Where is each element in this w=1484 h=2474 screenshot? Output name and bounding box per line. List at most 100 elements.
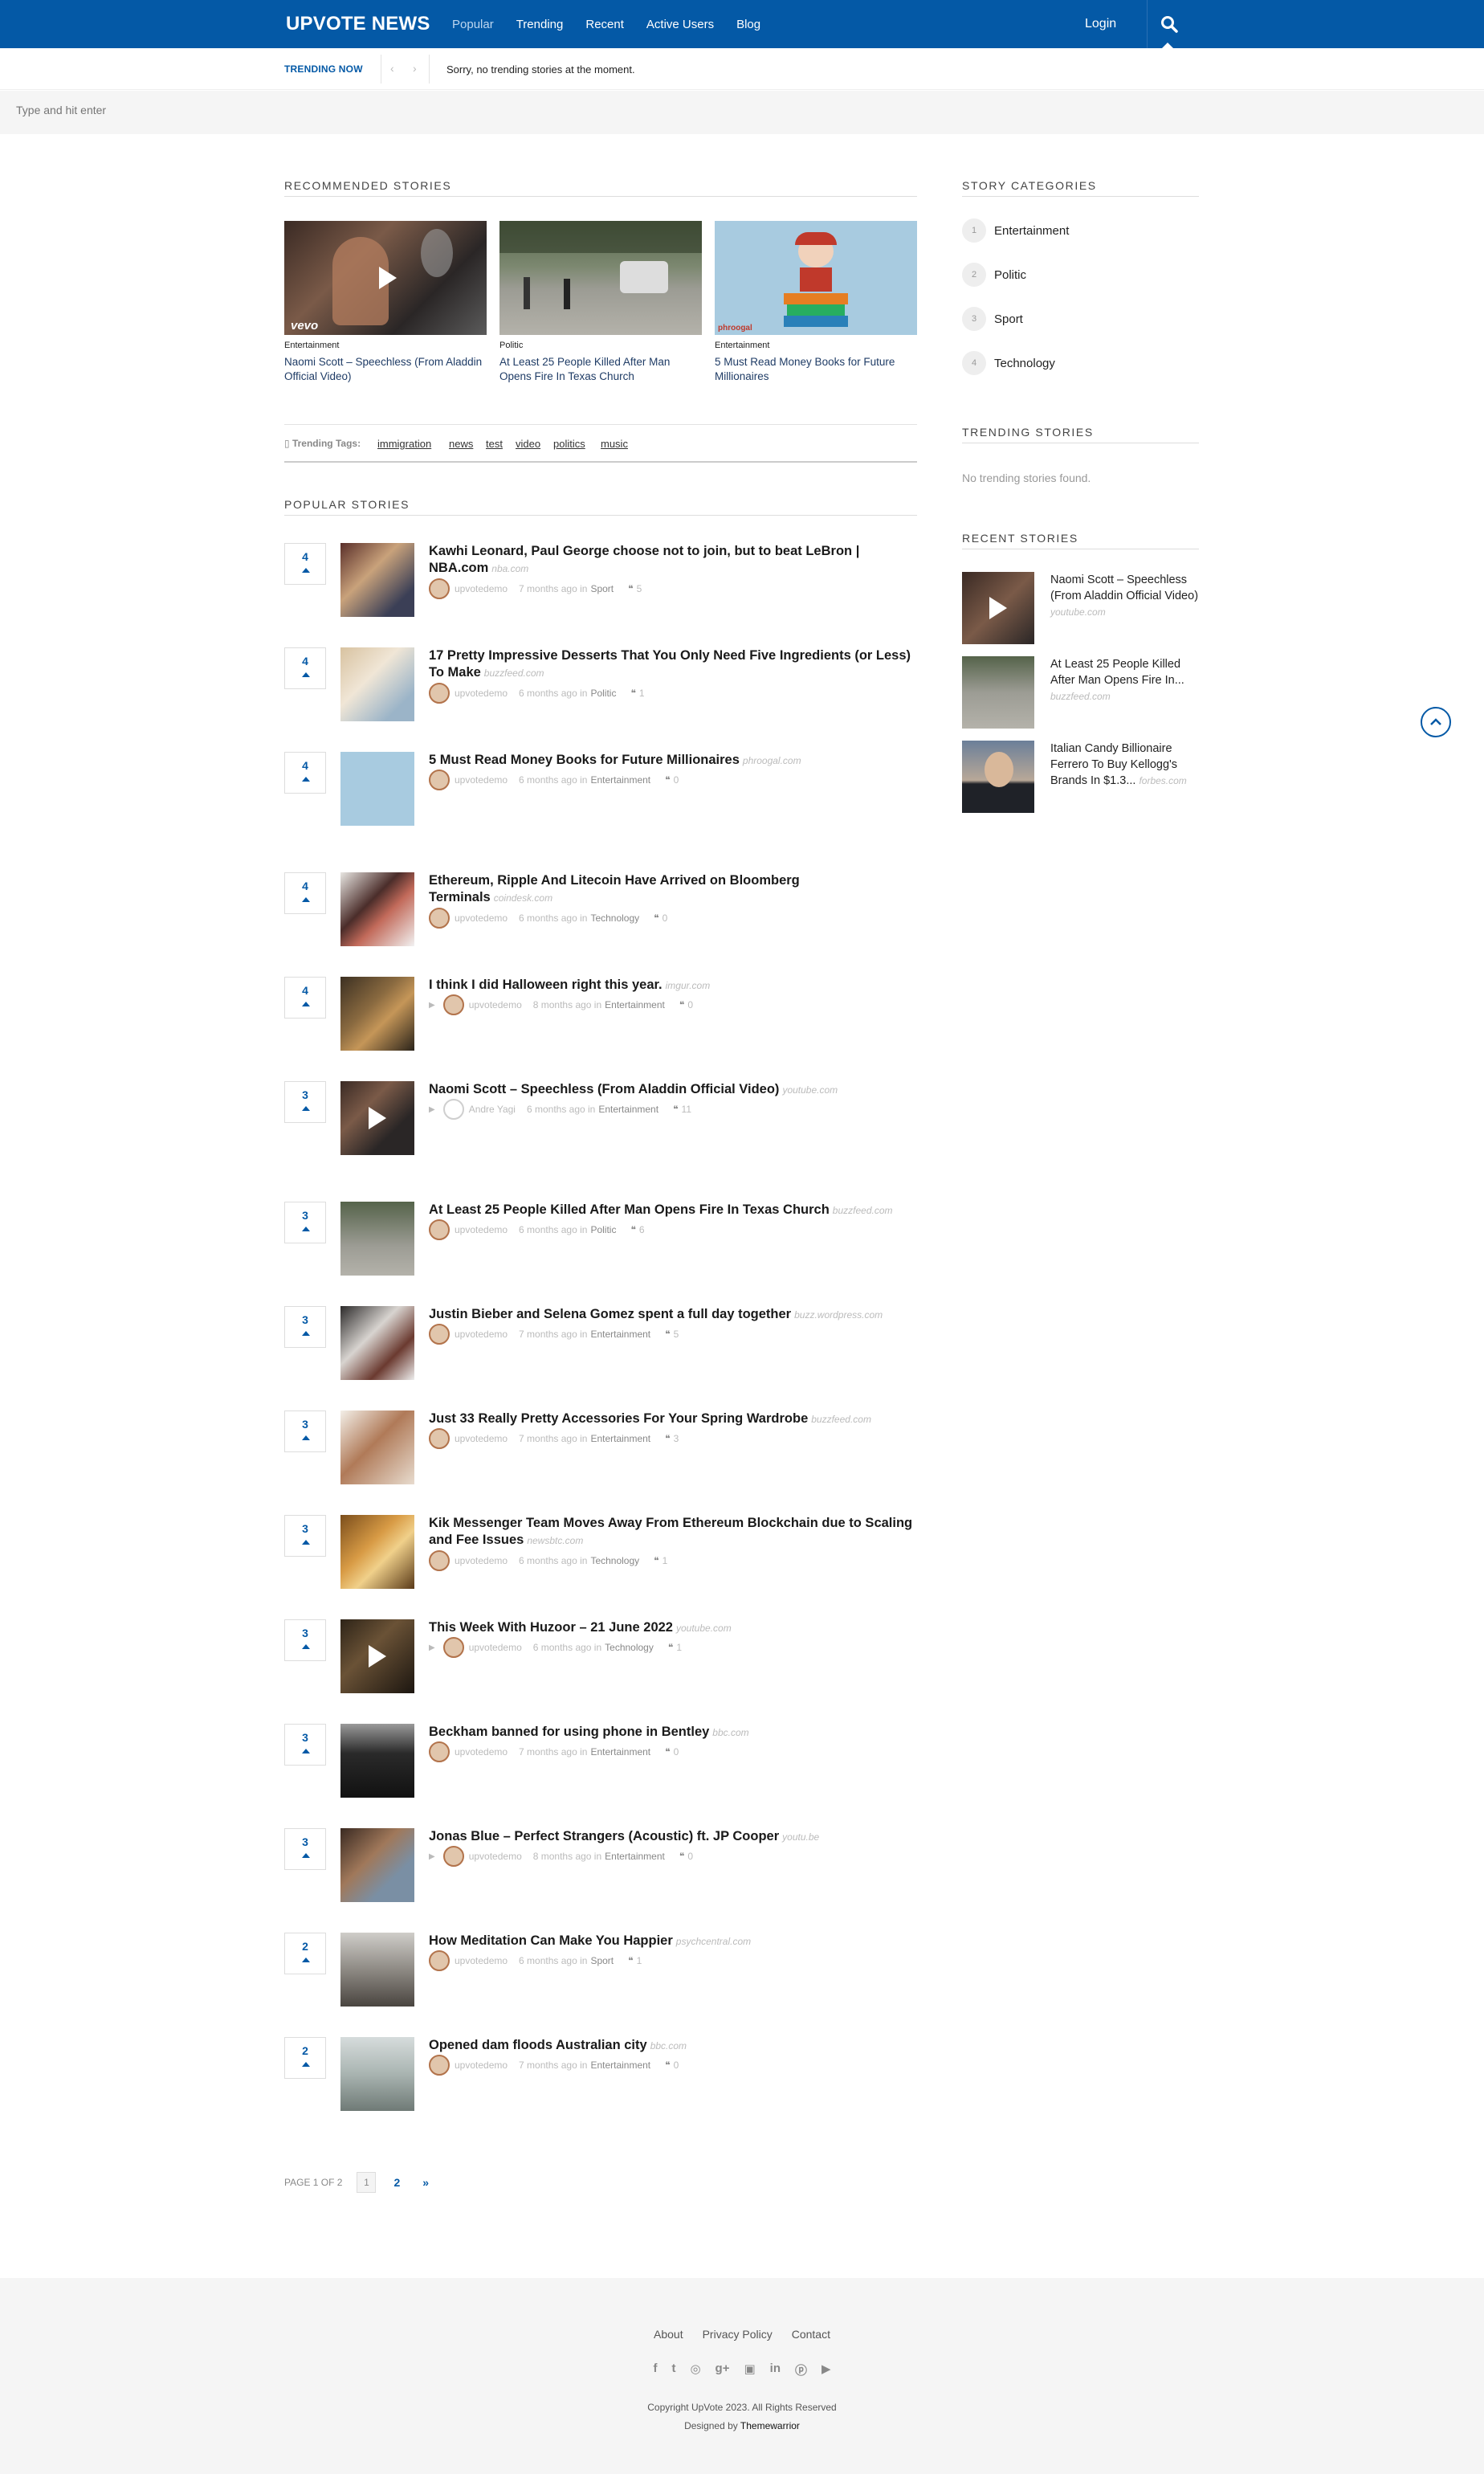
story-title[interactable]: Justin Bieber and Selena Gomez spent a f…	[429, 1306, 917, 1324]
avatar[interactable]	[429, 1741, 450, 1762]
upvote-button[interactable]: 3	[284, 1515, 326, 1557]
story-thumbnail[interactable]	[340, 1724, 414, 1798]
tag-link[interactable]: video	[516, 438, 540, 450]
tag-link[interactable]: news	[449, 438, 473, 450]
story-category[interactable]: Entertainment	[284, 341, 487, 350]
comment-count[interactable]: 11	[682, 1104, 691, 1115]
story-title[interactable]: 5 Must Read Money Books for Future Milli…	[429, 752, 917, 770]
story-title[interactable]: At Least 25 People Killed After Man Open…	[429, 1202, 917, 1219]
avatar[interactable]	[429, 1550, 450, 1571]
nav-trending[interactable]: Trending	[516, 18, 564, 31]
facebook-icon[interactable]: f	[653, 2362, 657, 2378]
flickr-icon[interactable]: ▣	[744, 2362, 755, 2378]
comment-count[interactable]: 0	[662, 912, 668, 924]
story-title[interactable]: I think I did Halloween right this year.…	[429, 977, 917, 994]
story-title-text[interactable]: Naomi Scott – Speechless (From Aladdin O…	[429, 1082, 779, 1096]
story-thumbnail[interactable]	[340, 872, 414, 946]
comment-count[interactable]: 1	[676, 1642, 682, 1653]
avatar[interactable]	[442, 994, 464, 1015]
category-label[interactable]: Politic	[994, 268, 1026, 282]
story-title-text[interactable]: This Week With Huzoor – 21 June 2022	[429, 1620, 673, 1635]
story-title[interactable]: How Meditation Can Make You Happier psych…	[429, 1933, 917, 1950]
story-category[interactable]: Entertainment	[590, 774, 650, 786]
comment-count[interactable]: 1	[639, 688, 645, 699]
upvote-arrow-icon[interactable]	[302, 1853, 310, 1858]
story-title-text[interactable]: Ethereum, Ripple And Litecoin Have Arriv…	[429, 873, 800, 904]
comment-count[interactable]: 0	[687, 999, 693, 1010]
story-thumbnail[interactable]	[340, 1515, 414, 1589]
story-title-text[interactable]: Beckham banned for using phone in Bentle…	[429, 1725, 709, 1739]
upvote-arrow-icon[interactable]	[302, 777, 310, 782]
recent-thumbnail[interactable]	[962, 656, 1034, 729]
upvote-button[interactable]: 4	[284, 647, 326, 689]
upvote-button[interactable]: 2	[284, 1933, 326, 1974]
upvote-arrow-icon[interactable]	[302, 1435, 310, 1440]
search-input[interactable]	[16, 104, 337, 116]
upvote-arrow-icon[interactable]	[302, 1749, 310, 1753]
comment-count[interactable]: 0	[674, 1746, 679, 1758]
story-title[interactable]: 17 Pretty Impressive Desserts That You O…	[429, 647, 917, 682]
story-author[interactable]: upvotedemo	[455, 1224, 508, 1235]
upvote-button[interactable]: 4	[284, 977, 326, 1019]
story-title[interactable]: Naomi Scott – Speechless (From Aladdin O…	[284, 355, 487, 384]
upvote-button[interactable]: 3	[284, 1724, 326, 1766]
story-thumbnail[interactable]	[340, 1619, 414, 1693]
story-author[interactable]: upvotedemo	[469, 1851, 522, 1862]
story-author[interactable]: upvotedemo	[455, 583, 508, 594]
avatar[interactable]	[442, 1099, 464, 1120]
category-item[interactable]: 1 Entertainment	[962, 218, 1069, 243]
category-item[interactable]: 4 Technology	[962, 351, 1055, 375]
tag-link[interactable]: test	[486, 438, 503, 450]
designer-link[interactable]: Themewarrior	[740, 2420, 800, 2431]
category-label[interactable]: Technology	[994, 357, 1055, 370]
nav-blog[interactable]: Blog	[736, 18, 760, 31]
avatar[interactable]	[429, 908, 450, 929]
avatar[interactable]	[429, 1428, 450, 1449]
story-category[interactable]: Entertainment	[715, 341, 917, 350]
avatar[interactable]	[429, 1324, 450, 1345]
story-category[interactable]: Entertainment	[590, 1746, 650, 1758]
comment-count[interactable]: 6	[639, 1224, 645, 1235]
upvote-button[interactable]: 3	[284, 1619, 326, 1661]
twitter-icon[interactable]: t	[671, 2362, 675, 2378]
story-title[interactable]: This Week With Huzoor – 21 June 2022 yout…	[429, 1619, 917, 1637]
recent-thumbnail[interactable]	[962, 572, 1034, 644]
upvote-arrow-icon[interactable]	[302, 2062, 310, 2067]
comment-count[interactable]: 5	[674, 1329, 679, 1340]
comment-count[interactable]: 5	[637, 583, 642, 594]
recommended-card[interactable]: phroogal Entertainment 5 Must Read Money…	[715, 221, 917, 384]
comment-count[interactable]: 3	[674, 1433, 679, 1444]
comment-count[interactable]: 0	[674, 774, 679, 786]
story-title[interactable]: Beckham banned for using phone in Bentle…	[429, 1724, 917, 1741]
story-category[interactable]: Entertainment	[605, 1851, 665, 1862]
story-thumbnail[interactable]	[340, 647, 414, 721]
story-author[interactable]: upvotedemo	[455, 1555, 508, 1566]
story-title[interactable]: Kik Messenger Team Moves Away From Ether…	[429, 1515, 917, 1549]
upvote-button[interactable]: 3	[284, 1828, 326, 1870]
story-category[interactable]: Entertainment	[590, 1329, 650, 1340]
story-title[interactable]: 5 Must Read Money Books for Future Milli…	[715, 355, 917, 384]
instagram-icon[interactable]: ◎	[690, 2362, 700, 2378]
story-thumbnail[interactable]	[340, 1081, 414, 1155]
story-author[interactable]: upvotedemo	[455, 912, 508, 924]
story-category[interactable]: Technology	[590, 1555, 639, 1566]
category-item[interactable]: 2 Politic	[962, 263, 1026, 287]
recommended-card[interactable]: vevo Entertainment Naomi Scott – Speechl…	[284, 221, 487, 384]
story-author[interactable]: upvotedemo	[469, 1642, 522, 1653]
footer-contact-link[interactable]: Contact	[792, 2328, 830, 2341]
recent-title[interactable]: Naomi Scott – Speechless (From Aladdin O…	[1050, 572, 1203, 620]
upvote-arrow-icon[interactable]	[302, 1958, 310, 1962]
tag-link[interactable]: music	[601, 438, 628, 450]
story-title[interactable]: Naomi Scott – Speechless (From Aladdin O…	[429, 1081, 917, 1099]
upvote-arrow-icon[interactable]	[302, 1540, 310, 1545]
play-small-icon[interactable]: ▶	[429, 1852, 435, 1861]
recommended-card[interactable]: Politic At Least 25 People Killed After …	[499, 221, 702, 384]
upvote-button[interactable]: 2	[284, 2037, 326, 2079]
linkedin-icon[interactable]: in	[770, 2362, 781, 2378]
story-title-text[interactable]: At Least 25 People Killed After Man Open…	[429, 1202, 830, 1217]
avatar[interactable]	[429, 578, 450, 599]
comment-count[interactable]: 1	[662, 1555, 668, 1566]
story-thumbnail[interactable]	[340, 1202, 414, 1276]
avatar[interactable]	[442, 1846, 464, 1867]
story-author[interactable]: upvotedemo	[455, 2060, 508, 2071]
